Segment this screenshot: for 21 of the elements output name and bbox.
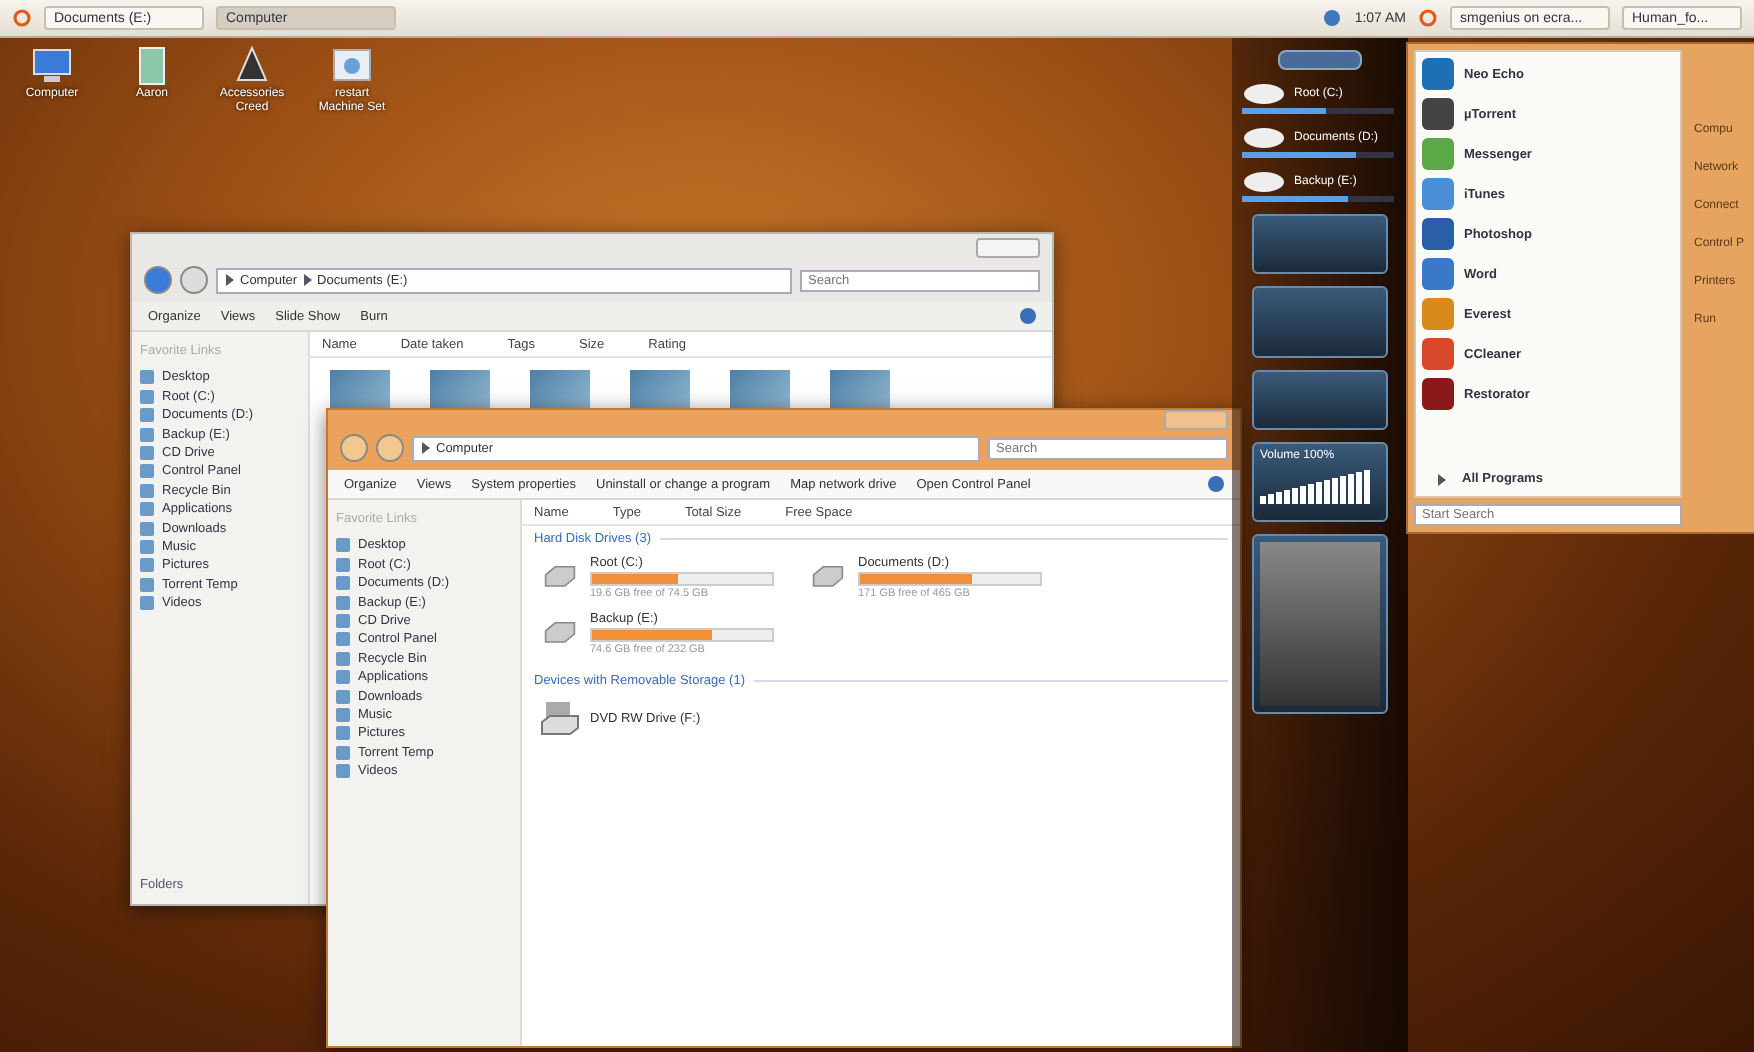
window-controls[interactable] bbox=[976, 238, 1040, 258]
chevron-icon bbox=[422, 442, 430, 454]
ubuntu-logo-icon[interactable] bbox=[12, 8, 32, 28]
cpu-meter-gadget bbox=[1252, 214, 1388, 274]
ubuntu-logo-icon[interactable] bbox=[1418, 8, 1438, 28]
help-icon[interactable] bbox=[1208, 476, 1224, 492]
dvd-drive-icon bbox=[538, 698, 582, 738]
pager-control[interactable] bbox=[1278, 50, 1362, 70]
window-icon bbox=[330, 46, 374, 86]
help-icon[interactable] bbox=[1020, 308, 1036, 324]
back-button[interactable] bbox=[340, 434, 368, 462]
back-button[interactable] bbox=[144, 266, 172, 294]
network-icon[interactable] bbox=[1322, 8, 1343, 28]
weather-gadget bbox=[1252, 286, 1388, 358]
forward-button[interactable] bbox=[180, 266, 208, 294]
chevron-icon bbox=[226, 274, 234, 286]
forward-button[interactable] bbox=[376, 434, 404, 462]
monitor-icon bbox=[30, 46, 74, 86]
chevron-icon bbox=[303, 274, 312, 286]
chevron-icon bbox=[1438, 473, 1446, 485]
network-meter-gadget bbox=[1252, 370, 1388, 430]
